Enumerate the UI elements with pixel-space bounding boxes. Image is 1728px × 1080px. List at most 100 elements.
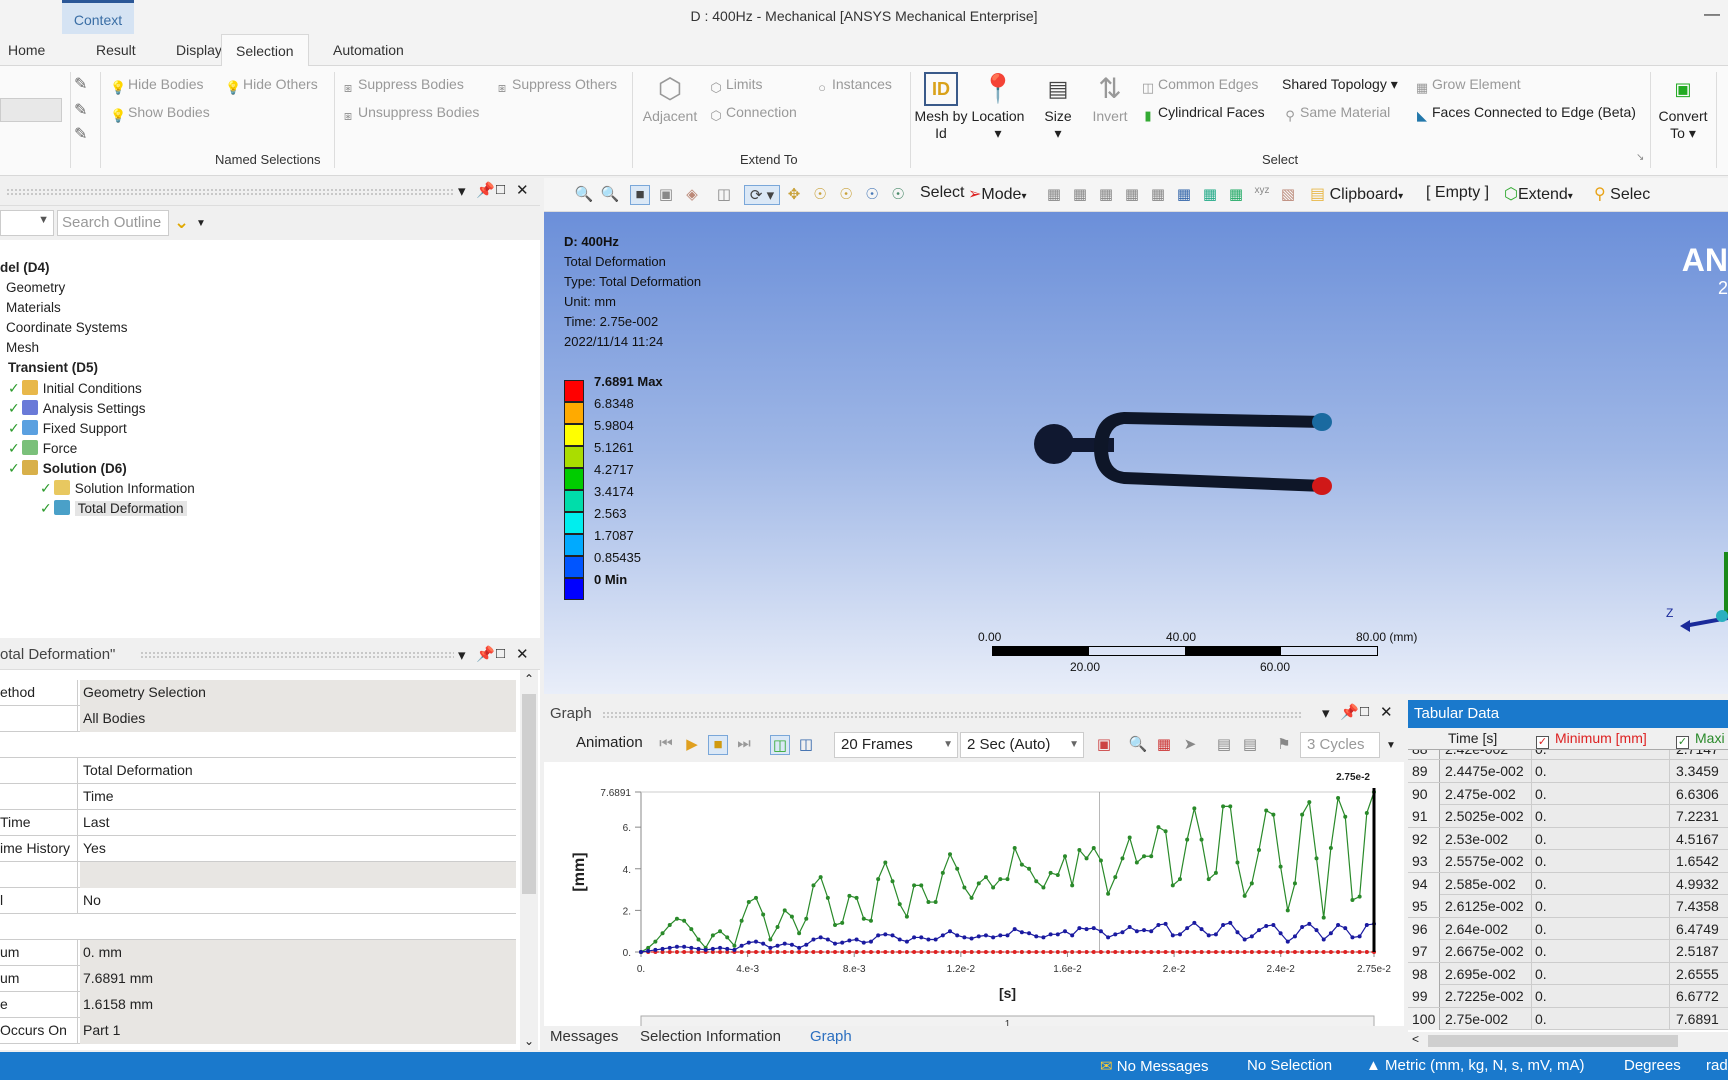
tree-item-fixed-support[interactable]: ✓ Fixed Support <box>8 420 127 437</box>
limits-button[interactable]: ⬡ Limits <box>708 76 762 96</box>
tree-item-materials[interactable]: Materials <box>6 300 61 315</box>
list-icon[interactable]: ▤ <box>1214 735 1234 755</box>
export-video-icon[interactable]: ▣ <box>1094 735 1114 755</box>
pin-icon[interactable]: 📌 <box>1340 703 1359 721</box>
panel-menu-icon[interactable]: ▾ <box>1322 704 1330 722</box>
named-selection-icon[interactable]: ✎ <box>74 74 87 94</box>
zoom-extents-icon[interactable]: ☉ <box>888 185 908 205</box>
zoom-graph-icon[interactable]: 🔍 <box>1128 735 1148 755</box>
select-vertex-icon[interactable]: ▦ <box>1044 185 1064 205</box>
mesh-by-id-button[interactable]: ID Mesh by Id <box>914 72 968 142</box>
pin-icon[interactable]: 📌 <box>476 645 495 663</box>
table-row[interactable]: 100 2.75e-002 0. 7.6891 <box>1408 1007 1728 1030</box>
axis-triad[interactable] <box>1680 522 1728 632</box>
duration-select[interactable]: 2 Sec (Auto) ▼ <box>960 732 1084 758</box>
select-element-body-icon[interactable]: ▦ <box>1226 185 1246 205</box>
next-frame-icon[interactable]: ⏭ <box>734 735 754 755</box>
suppress-bodies-button[interactable]: ⧆ Suppress Bodies <box>340 76 464 96</box>
select-node-icon[interactable]: ▦ <box>1148 185 1168 205</box>
coordinates-icon[interactable]: xyz <box>1252 185 1272 205</box>
dialog-launcher-icon[interactable]: ↘ <box>1636 152 1644 163</box>
zoom-box-icon[interactable]: 🔍 <box>600 185 620 205</box>
pan-icon[interactable]: ✥ <box>784 185 804 205</box>
units-status[interactable]: ▲ Metric (mm, kg, N, s, mV, mA) <box>1366 1057 1584 1074</box>
table-row[interactable]: 98 2.695e-002 0. 2.6555 <box>1408 962 1728 985</box>
size-button[interactable]: ▤ Size ▾ <box>1034 72 1082 142</box>
table-row[interactable]: 99 2.7225e-002 0. 6.6772 <box>1408 985 1728 1008</box>
tab-selection-information[interactable]: Selection Information <box>640 1028 781 1045</box>
scroll-left-icon[interactable]: < <box>1412 1032 1419 1046</box>
table-row[interactable]: 882.42e-0020.2.7147 <box>1408 750 1728 760</box>
tab-graph[interactable]: Graph <box>810 1028 852 1045</box>
checkbox-icon[interactable]: ✓ <box>1676 736 1689 749</box>
details-value[interactable]: Time <box>80 784 516 810</box>
named-selection-dropdown[interactable] <box>0 98 62 122</box>
frames-select[interactable]: 20 Frames ▼ <box>834 732 958 758</box>
3d-viewport[interactable]: D: 400Hz Total Deformation Type: Total D… <box>544 212 1728 694</box>
select-element-icon[interactable]: ▦ <box>1200 185 1220 205</box>
graph-chart[interactable]: 0. 2. 4. 6. 7.6891 0. 4.e-3 8.e-3 1.2e-2 1.6e-2 2.… <box>544 762 1404 1026</box>
details-value[interactable]: Yes <box>80 836 516 862</box>
select-face-icon[interactable]: ▦ <box>1096 185 1116 205</box>
location-button[interactable]: 📍 Location ▾ <box>966 72 1030 142</box>
edges-icon[interactable]: ◈ <box>682 185 702 205</box>
tab-selection[interactable]: Selection <box>221 34 309 66</box>
table-row[interactable]: 96 2.64e-002 0. 6.4749 <box>1408 917 1728 940</box>
scroll-up-icon[interactable]: ⌃ <box>524 672 534 686</box>
grow-element-button[interactable]: ▦ Grow Element <box>1414 76 1521 96</box>
panel-menu-icon[interactable]: ▾ <box>458 646 466 664</box>
details-row[interactable]: ethod Geometry Selection <box>0 680 516 706</box>
scrollbar-thumb[interactable] <box>522 694 536 894</box>
close-icon[interactable]: ✕ <box>516 181 529 199</box>
cycles-icon[interactable]: ⚑ <box>1274 735 1294 755</box>
remove-named-selection-icon[interactable]: ✎ <box>74 124 87 144</box>
suppress-others-button[interactable]: ⧆ Suppress Others <box>494 76 617 96</box>
details-row[interactable]: Time Last <box>0 810 516 836</box>
tree-item-mesh[interactable]: Mesh <box>6 340 39 355</box>
tree-item-initial-conditions[interactable]: ✓ Initial Conditions <box>8 380 142 397</box>
table-row[interactable]: 95 2.6125e-002 0. 7.4358 <box>1408 895 1728 918</box>
instances-button[interactable]: ○ Instances <box>814 76 892 96</box>
col-minimum[interactable]: ✓ Minimum [mm] <box>1536 730 1647 749</box>
scroll-down-icon[interactable]: ⌄ <box>524 1034 534 1048</box>
col-maximum[interactable]: ✓ Maxi <box>1676 730 1725 749</box>
pin-icon[interactable]: 📌 <box>476 181 495 199</box>
tree-item-transient[interactable]: Transient (D5) <box>8 360 98 375</box>
result-sets-icon[interactable]: ◫ <box>796 735 816 755</box>
tree-item-total-deformation[interactable]: ✓ Total Deformation <box>40 500 187 517</box>
table-row[interactable]: 91 2.5025e-002 0. 7.2231 <box>1408 805 1728 828</box>
wireframe-icon[interactable]: ▣ <box>656 185 676 205</box>
adjacent-button[interactable]: ⬡ Adjacent <box>638 72 702 125</box>
zoom-fit-icon[interactable]: 🔍 <box>574 185 594 205</box>
hide-others-button[interactable]: 💡 Hide Others <box>225 76 318 96</box>
details-row[interactable]: um 7.6891 mm <box>0 966 516 992</box>
select-mode-button[interactable]: ➢Mode▾ <box>968 184 1026 204</box>
hide-bodies-button[interactable]: 💡 Hide Bodies <box>110 76 204 96</box>
details-row[interactable]: Occurs On Part 1 <box>0 1018 516 1044</box>
tree-item-geometry[interactable]: Geometry <box>6 280 65 295</box>
details-row[interactable]: ime History Yes <box>0 836 516 862</box>
rad-status[interactable]: rad <box>1706 1057 1728 1074</box>
table-row[interactable]: 93 2.5575e-002 0. 1.6542 <box>1408 850 1728 873</box>
panel-menu-icon[interactable]: ▾ <box>458 182 466 200</box>
zoom-icon[interactable]: ☉ <box>810 185 830 205</box>
select-body-icon[interactable]: ▦ <box>1122 185 1142 205</box>
maximize-icon[interactable]: □ <box>496 181 505 198</box>
select-element-face-icon[interactable]: ▦ <box>1174 185 1194 205</box>
search-outline-input[interactable]: Search Outline <box>57 210 169 236</box>
select-edge-icon[interactable]: ▦ <box>1070 185 1090 205</box>
details-row[interactable]: l No <box>0 888 516 914</box>
tree-item-analysis-settings[interactable]: ✓ Analysis Settings <box>8 400 146 417</box>
details-value[interactable]: 0. mm <box>80 940 516 966</box>
solid-view-icon[interactable]: ■ <box>630 185 650 205</box>
messages-status[interactable]: ✉ No Messages <box>1100 1057 1208 1075</box>
search-chevron-icon[interactable]: ⌄ <box>174 212 189 233</box>
details-value[interactable]: 7.6891 mm <box>80 966 516 992</box>
faces-connected-button[interactable]: ◣ Faces Connected to Edge (Beta) <box>1414 104 1636 124</box>
maximize-icon[interactable]: □ <box>496 645 505 662</box>
cycles-select[interactable]: 3 Cycles <box>1300 732 1380 758</box>
unsuppress-bodies-button[interactable]: ⧆ Unsuppress Bodies <box>340 104 480 124</box>
chevron-down-icon[interactable]: ▼ <box>1386 740 1396 751</box>
close-icon[interactable]: ✕ <box>1380 703 1393 721</box>
tree-item-solution-information[interactable]: ✓ Solution Information <box>40 480 195 497</box>
